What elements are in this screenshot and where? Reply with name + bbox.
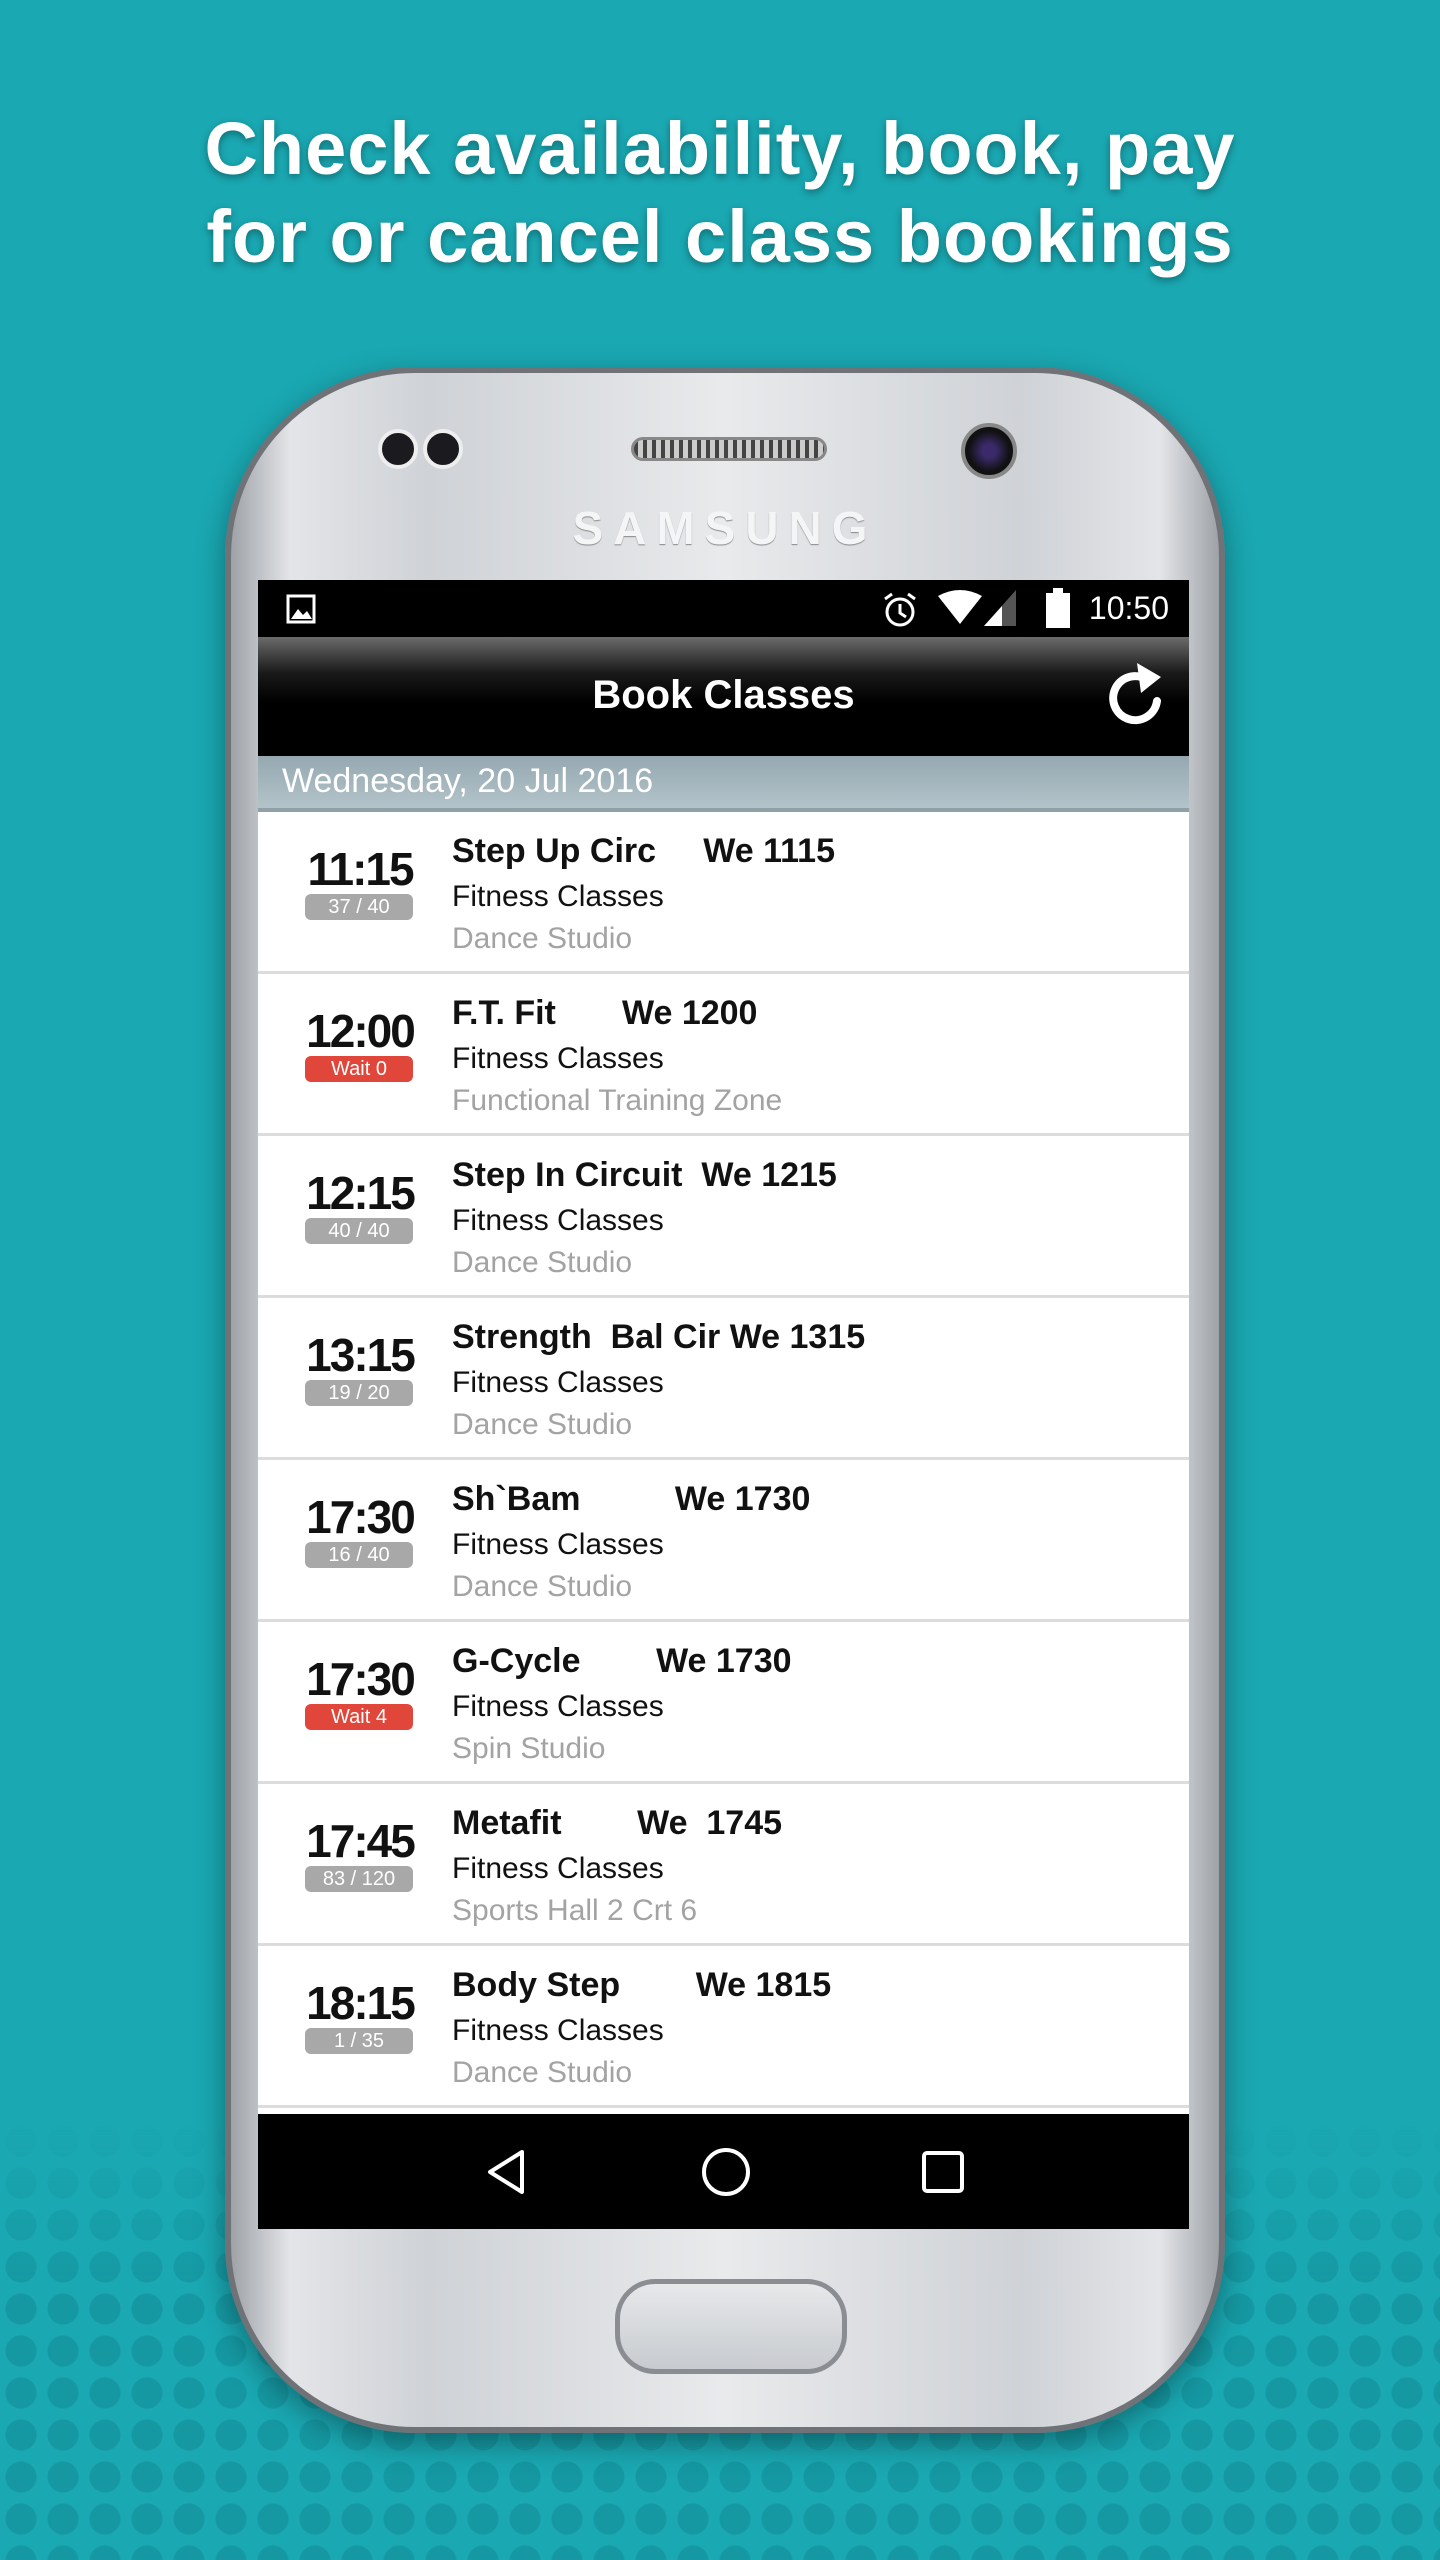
headline-line1: Check availability, book, pay [204,107,1236,190]
class-row[interactable]: 13:15 19 / 20 Strength Bal Cir We 1315 F… [258,1298,1189,1460]
class-list: 11:15 37 / 40 Step Up Circ We 1115 Fitne… [258,812,1189,2108]
clock: 10:50 [1088,590,1169,626]
class-row[interactable]: 17:30 16 / 40 Sh`Bam We 1730 Fitness Cla… [258,1460,1189,1622]
class-time: 11:15 [307,843,414,895]
class-category: Fitness Classes [452,1528,664,1561]
class-time: 12:00 [306,1005,416,1057]
class-row[interactable]: 12:15 40 / 40 Step In Circuit We 1215 Fi… [258,1136,1189,1298]
capacity-badge: 1 / 35 [305,2028,413,2054]
app-header: Book Classes [258,637,1189,756]
sensor-icon [423,429,463,469]
class-name: Body Step We 1815 [452,1966,832,2004]
class-category: Fitness Classes [452,1204,664,1237]
class-category: Fitness Classes [452,880,664,913]
class-row[interactable]: 18:15 1 / 35 Body Step We 1815 Fitness C… [258,1946,1189,2108]
navigation-bar [258,2114,1189,2229]
refresh-icon[interactable] [1103,659,1167,729]
brand-logo: SAMSUNG [572,502,878,554]
sensor-icon [378,429,418,469]
class-location: Dance Studio [452,1570,633,1603]
class-location: Dance Studio [452,922,633,955]
class-name: G-Cycle We 1730 [452,1642,792,1680]
class-time: 17:30 [306,1491,416,1543]
capacity-badge: 40 / 40 [305,1218,413,1244]
class-name: Metafit We 1745 [452,1804,783,1842]
page-title: Book Classes [592,673,855,717]
class-time: 13:15 [306,1329,416,1381]
class-row[interactable]: 11:15 37 / 40 Step Up Circ We 1115 Fitne… [258,812,1189,974]
capacity-badge: 19 / 20 [305,1380,413,1406]
class-location: Sports Hall 2 Crt 6 [452,1894,698,1927]
class-location: Dance Studio [452,1408,633,1441]
image-icon [286,594,316,624]
class-name: Step In Circuit We 1215 [452,1156,837,1194]
class-row[interactable]: 17:30 Wait 4 G-Cycle We 1730 Fitness Cla… [258,1622,1189,1784]
headline-line2: for or cancel class bookings [206,195,1234,278]
class-time: 17:45 [306,1815,416,1867]
class-category: Fitness Classes [452,1042,664,1075]
class-category: Fitness Classes [452,2014,664,2047]
back-icon[interactable] [482,2147,532,2197]
class-time: 17:30 [306,1653,416,1705]
waitlist-badge: Wait 4 [305,1704,413,1730]
date-header: Wednesday, 20 Jul 2016 [258,756,1189,812]
class-row[interactable]: 12:00 Wait 0 F.T. Fit We 1200 Fitness Cl… [258,974,1189,1136]
class-category: Fitness Classes [452,1690,664,1723]
capacity-badge: 16 / 40 [305,1542,413,1568]
waitlist-badge: Wait 0 [305,1056,413,1082]
class-location: Functional Training Zone [452,1084,783,1117]
alarm-icon [884,592,916,627]
status-bar: 10:50 [258,580,1189,637]
class-category: Fitness Classes [452,1366,664,1399]
class-name: Step Up Circ We 1115 [452,832,835,870]
headline: Check availability, book, pay for or can… [0,105,1440,281]
battery-icon [1046,588,1070,628]
home-hardware-button[interactable] [615,2279,847,2374]
class-category: Fitness Classes [452,1852,664,1885]
class-name: F.T. Fit We 1200 [452,994,758,1032]
camera-icon [961,423,1017,479]
signal-icon [984,590,1016,626]
class-name: Sh`Bam We 1730 [452,1480,811,1518]
class-row[interactable]: 17:45 83 / 120 Metafit We 1745 Fitness C… [258,1784,1189,1946]
class-location: Dance Studio [452,1246,633,1279]
wifi-icon [938,590,982,624]
capacity-badge: 83 / 120 [305,1866,413,1892]
home-icon[interactable] [699,2145,753,2199]
class-location: Dance Studio [452,2056,633,2089]
class-time: 12:15 [306,1167,416,1219]
class-time: 18:15 [306,1977,416,2029]
capacity-badge: 37 / 40 [305,894,413,920]
recents-icon[interactable] [920,2149,966,2195]
class-name: Strength Bal Cir We 1315 [452,1318,866,1356]
app-screen: 10:50 Book Classes Wednesday, 20 Jul 201… [258,580,1189,2229]
class-location: Spin Studio [452,1732,606,1765]
speaker-grille [631,437,827,461]
